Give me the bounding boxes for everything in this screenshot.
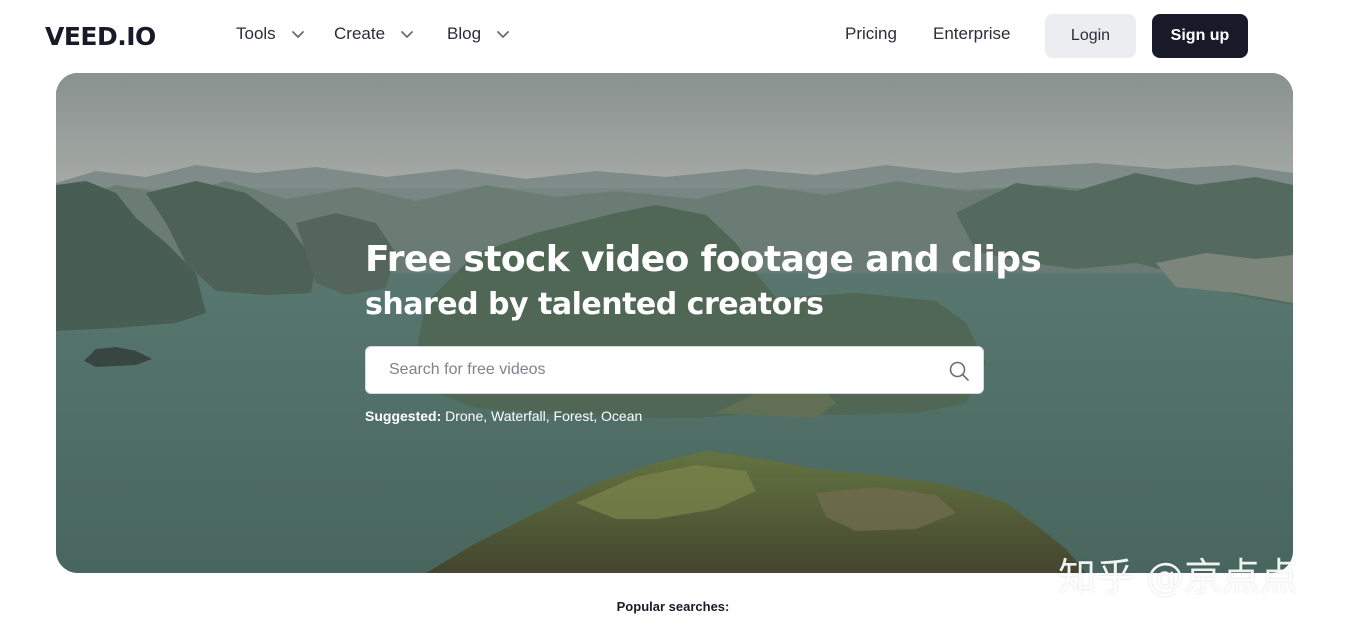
chevron-down-icon — [401, 31, 413, 38]
nav-blog[interactable]: Blog — [447, 24, 511, 44]
site-header: VEED.IO Tools Create Blog Pricing Enterp… — [0, 0, 1346, 72]
veed-logo[interactable]: VEED.IO — [45, 22, 156, 51]
suggested-searches: Suggested: Drone, Waterfall, Forest, Oce… — [365, 408, 642, 424]
watermark: 知乎 @京点点 — [1058, 555, 1299, 599]
nav-blog-label: Blog — [447, 24, 482, 43]
nav-create-label: Create — [334, 24, 386, 43]
suggestion-ocean[interactable]: Ocean — [601, 408, 642, 424]
suggestion-separator: , — [593, 408, 602, 424]
search-box — [365, 346, 984, 394]
signup-button[interactable]: Sign up — [1152, 14, 1248, 58]
nav-tools-label: Tools — [236, 24, 276, 43]
suggested-label: Suggested: — [365, 408, 442, 424]
hero-background-image — [56, 73, 1293, 573]
chevron-down-icon — [497, 31, 509, 38]
suggestion-forest[interactable]: Forest — [554, 408, 594, 424]
suggestion-separator: , — [483, 408, 492, 424]
nav-pricing[interactable]: Pricing — [845, 24, 897, 44]
nav-create[interactable]: Create — [334, 24, 415, 44]
nav-enterprise[interactable]: Enterprise — [933, 24, 1010, 44]
login-button[interactable]: Login — [1045, 14, 1136, 58]
suggestion-drone[interactable]: Drone — [445, 408, 483, 424]
chevron-down-icon — [291, 31, 304, 38]
search-icon[interactable] — [947, 359, 971, 383]
suggestion-waterfall[interactable]: Waterfall — [491, 408, 546, 424]
search-input[interactable] — [366, 347, 936, 393]
popular-searches-heading: Popular searches: — [616, 599, 730, 614]
hero-banner: Free stock video footage and clips share… — [56, 73, 1293, 573]
suggestion-separator: , — [545, 408, 554, 424]
hero-title: Free stock video footage and clips — [365, 239, 1042, 280]
nav-tools[interactable]: Tools — [236, 24, 306, 44]
hero-subtitle: shared by talented creators — [365, 287, 824, 322]
